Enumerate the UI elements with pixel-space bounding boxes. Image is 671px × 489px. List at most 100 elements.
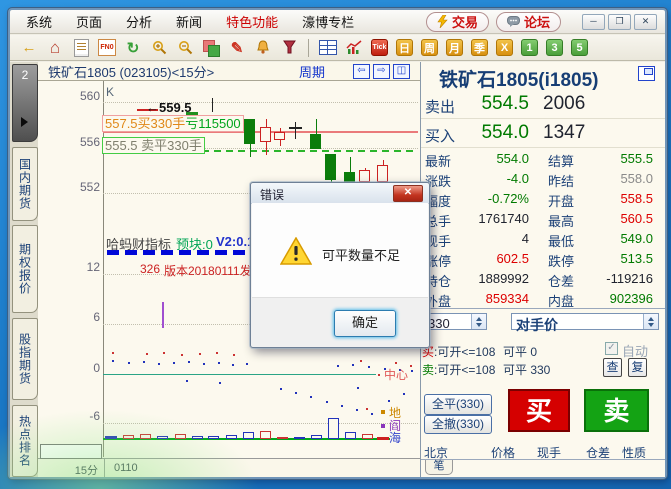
minimize-button[interactable]: ─ bbox=[582, 14, 605, 30]
quote-panel: 铁矿石1805(i1805) 卖出 554.5 2006 买入 554.0 13… bbox=[420, 62, 665, 477]
bell-icon[interactable] bbox=[254, 39, 272, 57]
period-button[interactable]: 周期 bbox=[299, 62, 325, 81]
period-tick-badge[interactable]: Tick bbox=[371, 39, 388, 56]
tick-tab[interactable]: 笔 bbox=[425, 460, 453, 475]
dialog-title-bar[interactable]: 错误 ✕ bbox=[251, 183, 429, 204]
query-button[interactable]: 查 bbox=[603, 358, 622, 377]
quantity-input[interactable]: 330 bbox=[424, 313, 487, 330]
sidebar-tab-index-futures[interactable]: 股指期货 bbox=[12, 318, 38, 400]
scatter-dot bbox=[219, 382, 221, 384]
sell-prefix: 卖 bbox=[422, 363, 434, 377]
zoom-out-icon[interactable] bbox=[176, 39, 194, 57]
sidebar-tab-hot-ranking[interactable]: 热点排名 bbox=[12, 405, 38, 477]
quote-value: 558.5 bbox=[579, 191, 653, 206]
period-3min-badge[interactable]: 3 bbox=[546, 39, 563, 56]
color-blocks-icon[interactable] bbox=[202, 39, 220, 57]
scatter-dot bbox=[280, 388, 282, 390]
restore-window-icon[interactable] bbox=[638, 66, 655, 81]
refresh-icon[interactable]: ↻ bbox=[124, 39, 142, 57]
axis-label: 0 bbox=[60, 361, 100, 375]
period-day-badge[interactable]: 日 bbox=[396, 39, 413, 56]
vertical-line bbox=[212, 98, 213, 112]
contract-title: 铁矿石1805(i1805) bbox=[439, 65, 598, 92]
table-icon[interactable] bbox=[319, 39, 337, 57]
bid-price[interactable]: 554.0 bbox=[456, 122, 529, 144]
dialog-close-icon[interactable]: ✕ bbox=[393, 185, 423, 202]
split-window-icon[interactable]: ◫ bbox=[393, 64, 410, 79]
menu-item-analysis[interactable]: 分析 bbox=[126, 12, 152, 31]
forum-button[interactable]: 论坛 bbox=[496, 12, 561, 32]
gridline bbox=[103, 423, 418, 424]
document-icon[interactable] bbox=[72, 39, 90, 57]
menu-item-system[interactable]: 系统 bbox=[26, 12, 52, 31]
buy-button[interactable]: 买 bbox=[508, 389, 570, 432]
ask-price[interactable]: 554.5 bbox=[456, 93, 529, 115]
quantity-value: 330 bbox=[428, 316, 450, 331]
back-icon[interactable]: ← bbox=[20, 39, 38, 57]
chart-icon[interactable] bbox=[345, 39, 363, 57]
ok-button[interactable]: 确定 bbox=[334, 310, 396, 337]
volume-bar bbox=[311, 435, 322, 439]
volume-bar bbox=[294, 437, 305, 439]
volume-bar bbox=[345, 432, 356, 439]
period-5min-badge[interactable]: 5 bbox=[571, 39, 588, 56]
menu-item-news[interactable]: 新闻 bbox=[176, 12, 202, 31]
next-page-icon[interactable]: ⇨ bbox=[373, 64, 390, 79]
cancel-all-button[interactable]: 全撤(330) bbox=[424, 415, 492, 434]
close-button[interactable]: ✕ bbox=[634, 14, 657, 30]
scatter-dot bbox=[188, 361, 190, 363]
close-all-button[interactable]: 全平(330) bbox=[424, 394, 492, 415]
period-x-badge[interactable]: X bbox=[496, 39, 513, 56]
menu-item-page[interactable]: 页面 bbox=[76, 12, 102, 31]
menu-bar: 系统 页面 分析 新闻 特色功能 濠博专栏 交易 论坛 ─ ❐ ✕ bbox=[10, 10, 665, 34]
volume-bar bbox=[208, 436, 219, 439]
scatter-dot bbox=[410, 365, 412, 367]
period-badges: Tick 日周月季X135 bbox=[371, 39, 588, 56]
scatter-dot bbox=[128, 362, 130, 364]
zoom-in-icon[interactable] bbox=[150, 39, 168, 57]
quote-value: -0.72% bbox=[457, 191, 529, 206]
reset-button[interactable]: 复 bbox=[628, 358, 647, 377]
maximize-button[interactable]: ❐ bbox=[608, 14, 631, 30]
warning-icon bbox=[280, 237, 312, 271]
price-type-stepper[interactable] bbox=[643, 314, 658, 329]
pencil-icon[interactable]: ✎ bbox=[228, 39, 246, 57]
funnel-icon[interactable] bbox=[280, 39, 298, 57]
menu-item-special-features[interactable]: 特色功能 bbox=[226, 12, 278, 31]
trade-button[interactable]: 交易 bbox=[426, 12, 489, 32]
dashed-line bbox=[286, 150, 293, 152]
quote-value: 555.5 bbox=[579, 151, 653, 166]
sidebar-tab-options-quotes[interactable]: 期权报价 bbox=[12, 225, 38, 313]
candle-body bbox=[325, 154, 336, 180]
quantity-stepper[interactable] bbox=[471, 314, 486, 329]
sell-close-text: 可平 330 bbox=[503, 361, 550, 378]
play-arrow-icon[interactable] bbox=[21, 117, 28, 127]
quote-value: 1889992 bbox=[457, 271, 529, 286]
menu-item-haobo-column[interactable]: 濠博专栏 bbox=[302, 12, 354, 31]
indicator-name-box bbox=[40, 444, 102, 459]
sidebar-tab-domestic-futures[interactable]: 国内期货 bbox=[12, 147, 38, 221]
period-1min-badge[interactable]: 1 bbox=[521, 39, 538, 56]
chart-time-label: 0110 bbox=[114, 462, 138, 474]
scatter-dot bbox=[403, 393, 405, 395]
dialog-body: 可平数量不足 bbox=[252, 203, 428, 297]
fn-data-icon[interactable]: FN0 bbox=[98, 39, 116, 57]
quote-value: 1761740 bbox=[457, 211, 529, 226]
period-season-badge[interactable]: 季 bbox=[471, 39, 488, 56]
window-controls: ─ ❐ ✕ bbox=[582, 14, 657, 30]
home-icon[interactable]: ⌂ bbox=[46, 39, 64, 57]
prev-page-icon[interactable]: ⇦ bbox=[353, 64, 370, 79]
chart-title: 铁矿石1805 (023105)<15分> bbox=[48, 62, 214, 81]
auto-checkbox[interactable]: ✓ bbox=[605, 342, 618, 355]
volume-bar bbox=[123, 435, 134, 439]
dashed-line bbox=[382, 150, 389, 152]
scatter-dot bbox=[143, 361, 145, 363]
scatter-dot bbox=[395, 362, 397, 364]
sell-button[interactable]: 卖 bbox=[584, 389, 649, 432]
period-month-badge[interactable]: 月 bbox=[446, 39, 463, 56]
period-week-badge[interactable]: 周 bbox=[421, 39, 438, 56]
page-number-tab[interactable]: 2 bbox=[12, 64, 38, 142]
candle-body bbox=[260, 127, 271, 142]
quote-row: 幅度-0.72%开盘558.5 bbox=[421, 188, 665, 208]
price-type-select[interactable]: 对手价 bbox=[511, 313, 659, 330]
